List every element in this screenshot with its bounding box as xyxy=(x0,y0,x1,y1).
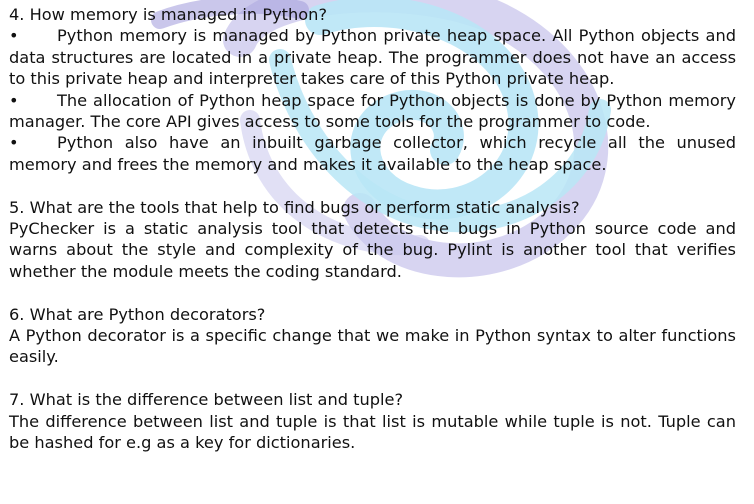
section-q7: 7. What is the difference between list a… xyxy=(9,389,736,453)
answer-text: PyChecker is a static analysis tool that… xyxy=(9,219,736,281)
bullet-symbol: • xyxy=(9,90,19,110)
section-q6: 6. What are Python decorators? A Python … xyxy=(9,304,736,368)
answer-text: A Python decorator is a specific change … xyxy=(9,326,736,367)
bullet-item: • The allocation of Python heap space for… xyxy=(9,90,736,133)
section-q5: 5. What are the tools that help to find … xyxy=(9,197,736,283)
bullet-text: Python also have an inbuilt garbage coll… xyxy=(9,133,736,174)
answer-text: The difference between list and tuple is… xyxy=(9,411,736,453)
question-heading: 7. What is the difference between list a… xyxy=(9,390,404,410)
question-heading: 6. What are Python decorators? xyxy=(9,304,266,324)
question-heading: 5. What are the tools that help to find … xyxy=(9,197,580,217)
bullet-symbol: • xyxy=(9,133,19,153)
question-heading: 4. How memory is managed in Python? xyxy=(9,5,328,24)
section-q4: 4. How memory is managed in Python? • Pyt… xyxy=(9,4,736,175)
bullet-item: • Python also have an inbuilt garbage col… xyxy=(9,132,736,175)
document-body: 4. How memory is managed in Python? • Pyt… xyxy=(9,4,736,453)
bullet-text: Python memory is managed by Python priva… xyxy=(9,26,736,89)
bullet-item: • Python memory is managed by Python priv… xyxy=(9,25,736,89)
bullet-text: The allocation of Python heap space for … xyxy=(9,90,736,132)
bullet-symbol: • xyxy=(9,26,19,46)
